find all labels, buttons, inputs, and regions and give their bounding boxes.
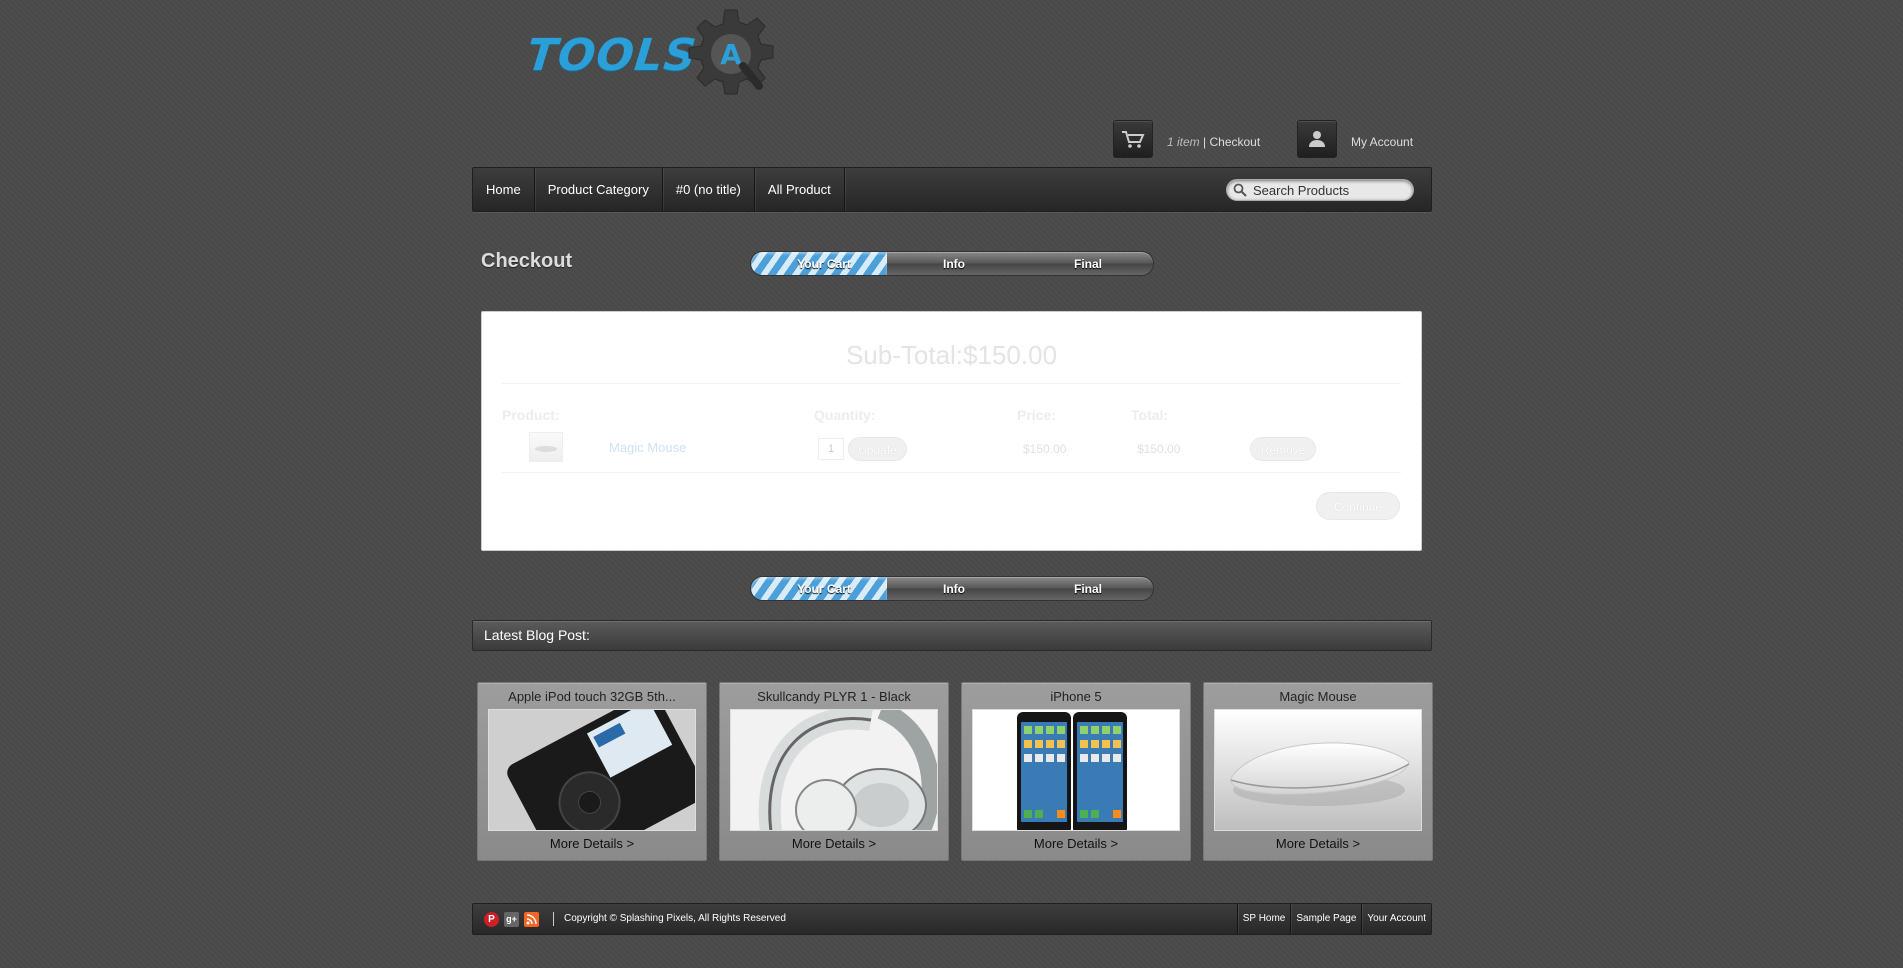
step-info: Info: [943, 257, 965, 271]
gear-letter: A: [720, 38, 742, 71]
nav-item-no-title[interactable]: #0 (no title): [663, 168, 755, 211]
blog-card[interactable]: iPhone 5 More Details >: [961, 682, 1191, 861]
step-final: Final: [1073, 582, 1102, 596]
ipod-image[interactable]: [488, 709, 696, 831]
rss-glyph: [526, 913, 537, 924]
card-title[interactable]: Magic Mouse: [1204, 689, 1432, 704]
main-nav: Home Product Category #0 (no title) All …: [472, 167, 1432, 212]
account-icon-box[interactable]: [1297, 120, 1337, 158]
cart-summary[interactable]: 1 item | Checkout: [1167, 135, 1260, 149]
cart-separator: |: [1199, 135, 1210, 149]
search-box[interactable]: [1226, 179, 1414, 201]
header-account[interactable]: My Account: [1297, 120, 1413, 158]
blog-cards: Apple iPod touch 32GB 5th... More Detail…: [477, 682, 1433, 862]
latest-blog-heading: Latest Blog Post:: [472, 620, 1432, 651]
continue-button[interactable]: Continue: [1316, 492, 1400, 520]
card-title[interactable]: iPhone 5: [962, 689, 1190, 704]
subtotal-value: $150.00: [963, 340, 1058, 370]
google-plus-icon[interactable]: g+: [504, 911, 519, 927]
blog-card[interactable]: Magic Mouse More Details >: [1203, 682, 1433, 861]
product-thumbnail[interactable]: [529, 432, 563, 462]
page-wrapper: TOOLS A 1 item | Checkout My Account Hom…: [472, 0, 1433, 968]
card-title[interactable]: Apple iPod touch 32GB 5th...: [478, 689, 706, 704]
col-header-price: Price:: [1017, 407, 1056, 423]
ipod-illustration: [489, 710, 695, 830]
more-details-link[interactable]: More Details >: [720, 836, 948, 851]
more-details-link[interactable]: More Details >: [478, 836, 706, 851]
header-cart[interactable]: 1 item | Checkout: [1113, 120, 1260, 158]
iphone-illustration: [973, 710, 1179, 830]
copyright-text: Copyright © Splashing Pixels, All Rights…: [553, 912, 786, 926]
social-links: P g+: [484, 911, 539, 927]
checkout-progress-top: Your Cart Info Final: [750, 251, 1154, 276]
card-title[interactable]: Skullcandy PLYR 1 - Black: [720, 689, 948, 704]
item-total: $150.00: [1137, 442, 1181, 456]
mouse-illustration: [1215, 710, 1421, 830]
checkout-link[interactable]: Checkout: [1209, 135, 1260, 149]
gear-icon: A: [688, 9, 774, 95]
page-title: Checkout: [481, 250, 573, 272]
step-your-cart: Your Cart: [797, 257, 851, 271]
footer-link-sp-home[interactable]: SP Home: [1236, 904, 1291, 934]
product-name-link[interactable]: Magic Mouse: [609, 440, 686, 455]
divider: [502, 383, 1401, 384]
more-details-link[interactable]: More Details >: [1204, 836, 1432, 851]
user-icon: [1309, 131, 1325, 147]
pinterest-icon[interactable]: P: [484, 911, 499, 927]
search-input[interactable]: [1253, 182, 1403, 198]
blog-card[interactable]: Skullcandy PLYR 1 - Black More Details >: [719, 682, 949, 861]
blog-card[interactable]: Apple iPod touch 32GB 5th... More Detail…: [477, 682, 707, 861]
footer-link-your-account[interactable]: Your Account: [1361, 904, 1431, 934]
rss-icon[interactable]: [524, 911, 539, 927]
subtotal: Sub-Total:$150.00: [482, 340, 1421, 371]
footer: P g+ Copyright © Splashing Pixels, All R…: [472, 903, 1432, 935]
col-header-total: Total:: [1131, 407, 1169, 423]
divider: [502, 472, 1401, 473]
search-icon: [1233, 183, 1247, 197]
item-price: $150.00: [1023, 442, 1067, 456]
cart-count: 1 item: [1167, 135, 1200, 149]
step-info: Info: [943, 582, 965, 596]
quantity-input[interactable]: 1: [818, 438, 844, 460]
col-header-quantity: Quantity:: [814, 407, 876, 423]
site-logo[interactable]: TOOLS A: [517, 8, 774, 108]
headphones-illustration: [731, 710, 937, 830]
checkout-progress-bottom: Your Cart Info Final: [750, 576, 1154, 601]
subtotal-label: Sub-Total:: [845, 340, 964, 370]
update-button[interactable]: Update: [848, 437, 907, 461]
footer-link-sample-page[interactable]: Sample Page: [1290, 904, 1361, 934]
iphone-image[interactable]: [972, 709, 1180, 831]
magic-mouse-image[interactable]: [1214, 709, 1422, 831]
nav-item-all-product[interactable]: All Product: [755, 168, 845, 211]
cart-icon-box[interactable]: [1113, 120, 1153, 158]
step-your-cart: Your Cart: [797, 582, 851, 596]
cart-icon: [1122, 131, 1145, 148]
nav-item-product-category[interactable]: Product Category: [535, 168, 663, 211]
more-details-link[interactable]: More Details >: [962, 836, 1190, 851]
headphones-image[interactable]: [730, 709, 938, 831]
my-account-link[interactable]: My Account: [1351, 135, 1413, 149]
remove-button[interactable]: Remove: [1250, 437, 1316, 461]
step-final: Final: [1073, 257, 1102, 271]
logo-text: TOOLS: [524, 30, 700, 81]
cart-panel: Sub-Total:$150.00 Product: Quantity: Pri…: [481, 311, 1422, 551]
col-header-product: Product:: [502, 407, 560, 423]
nav-item-home[interactable]: Home: [473, 168, 535, 211]
footer-links: SP Home Sample Page Your Account: [1236, 904, 1431, 934]
